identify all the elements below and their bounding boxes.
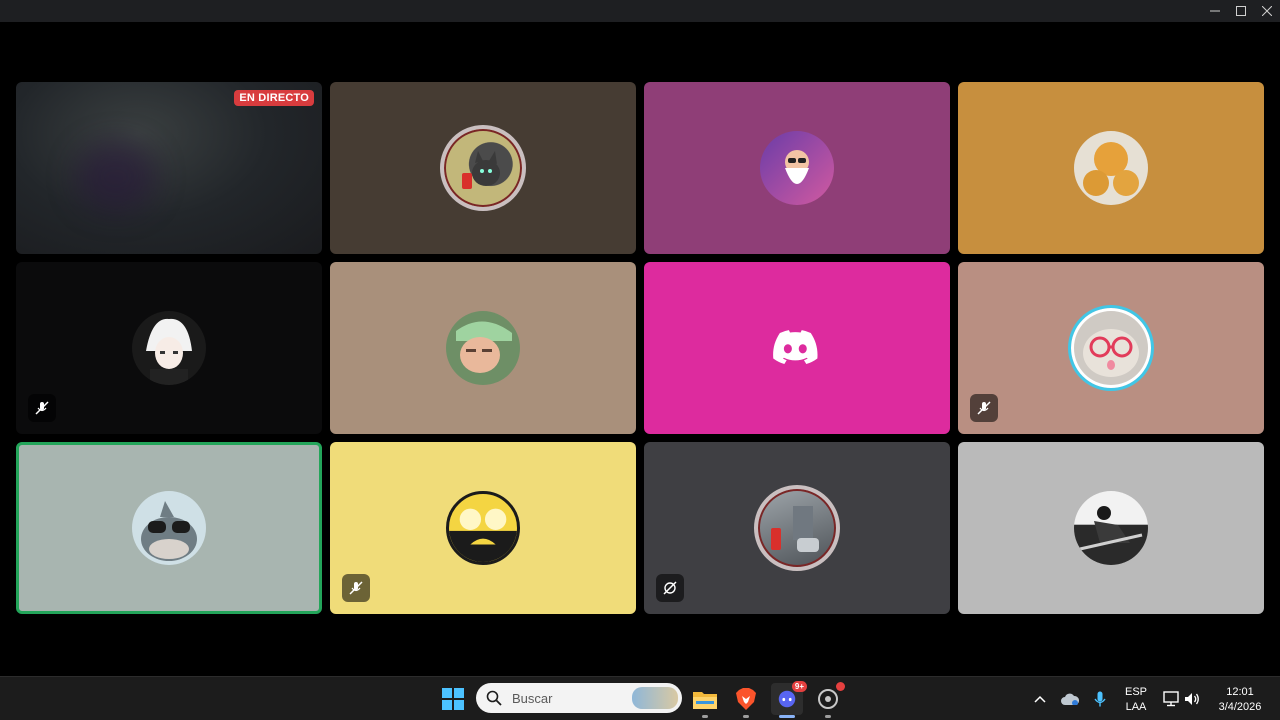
clock-time: 12:01 — [1226, 686, 1254, 698]
participant-tile[interactable] — [330, 82, 636, 254]
show-hidden-icons-button[interactable] — [1024, 683, 1056, 715]
speaker-icon — [1185, 693, 1199, 705]
bread-rolls-icon — [1083, 142, 1139, 196]
shark-avatar — [132, 491, 206, 565]
running-indicator — [702, 715, 708, 718]
participant-tile[interactable] — [958, 442, 1264, 614]
taskbar-search[interactable]: Buscar — [476, 683, 682, 713]
muted-mic-icon — [28, 394, 56, 422]
shark-icon — [141, 501, 197, 561]
minimize-button[interactable] — [1202, 0, 1228, 22]
cloud-icon — [1061, 693, 1079, 705]
chevron-up-icon — [1034, 695, 1046, 703]
person-bw-icon — [1079, 506, 1143, 551]
participant-tile[interactable] — [958, 82, 1264, 254]
windows-start-icon — [442, 688, 464, 710]
brave-browser-button[interactable] — [730, 683, 762, 718]
discord-logo-icon — [773, 330, 818, 365]
participant-tile[interactable] — [644, 262, 950, 434]
cat-icon — [462, 151, 500, 189]
anime-character-icon — [146, 318, 192, 385]
keyboard-layout: LAA — [1125, 701, 1147, 713]
smiley-face-icon — [449, 508, 517, 562]
file-explorer-button[interactable] — [689, 683, 721, 718]
running-indicator — [743, 715, 749, 718]
cat-with-glasses-icon — [1083, 329, 1139, 377]
window-controls — [1202, 0, 1280, 22]
muted-mic-icon — [342, 574, 370, 602]
clock-date: 3/4/2026 — [1218, 701, 1262, 713]
participant-tile[interactable] — [958, 262, 1264, 434]
clock[interactable]: 12:01 3/4/2026 — [1208, 685, 1272, 715]
active-indicator — [779, 715, 795, 718]
close-button[interactable] — [1254, 0, 1280, 22]
notification-dot — [836, 682, 845, 691]
bw-photo-avatar — [1074, 491, 1148, 565]
close-icon — [1262, 6, 1272, 16]
language-code: ESP — [1124, 686, 1147, 698]
minimize-icon — [1210, 10, 1220, 12]
input-language-indicator[interactable]: ESP LAA — [1118, 685, 1154, 715]
search-icon — [486, 690, 502, 706]
selfie-avatar — [446, 311, 520, 385]
old-man-avatar — [760, 131, 834, 205]
participant-tile-speaking[interactable] — [16, 442, 322, 614]
start-button[interactable] — [437, 683, 469, 715]
muted-mic-icon — [970, 394, 998, 422]
brave-browser-icon — [736, 688, 756, 710]
smiley-face-avatar — [446, 491, 520, 565]
old-man-icon — [785, 150, 809, 184]
voice-call-grid: EN DIRECTO — [0, 22, 1280, 676]
anime-avatar — [132, 311, 206, 385]
participant-tile[interactable] — [330, 262, 636, 434]
blurred-stream-preview — [76, 142, 156, 212]
file-explorer-icon — [693, 692, 717, 709]
search-highlight-image — [632, 687, 678, 709]
room-avatar — [754, 485, 840, 571]
cat-avatar — [440, 125, 526, 211]
cat-glasses-avatar — [1068, 305, 1154, 391]
settings-app-button[interactable] — [812, 682, 845, 718]
search-placeholder: Buscar — [512, 690, 553, 706]
onedrive-button[interactable] — [1054, 683, 1086, 715]
discord-taskbar-button[interactable]: 9+ — [771, 681, 807, 718]
participant-tile[interactable] — [330, 442, 636, 614]
participant-tile[interactable] — [644, 82, 950, 254]
volume-button[interactable] — [1176, 683, 1208, 715]
settings-app-icon — [818, 689, 838, 709]
windows-taskbar: Buscar 9+ ESP LAA 12:01 3/4/2026 — [0, 676, 1280, 720]
running-indicator — [825, 715, 831, 718]
bread-avatar — [1074, 131, 1148, 205]
room-photo-icon — [771, 506, 819, 552]
maximize-icon — [1236, 6, 1246, 16]
discord-app-icon — [778, 690, 796, 708]
notification-badge: 9+ — [791, 681, 807, 692]
person-photo-icon — [456, 321, 512, 373]
maximize-button[interactable] — [1228, 0, 1254, 22]
microphone-button[interactable] — [1084, 683, 1116, 715]
window-titlebar — [0, 0, 1280, 22]
live-badge: EN DIRECTO — [234, 90, 314, 106]
participant-tile[interactable] — [644, 442, 950, 614]
participant-tile[interactable] — [16, 262, 322, 434]
stream-tile[interactable]: EN DIRECTO — [16, 82, 322, 254]
microphone-icon — [1094, 691, 1106, 707]
camera-off-icon — [656, 574, 684, 602]
